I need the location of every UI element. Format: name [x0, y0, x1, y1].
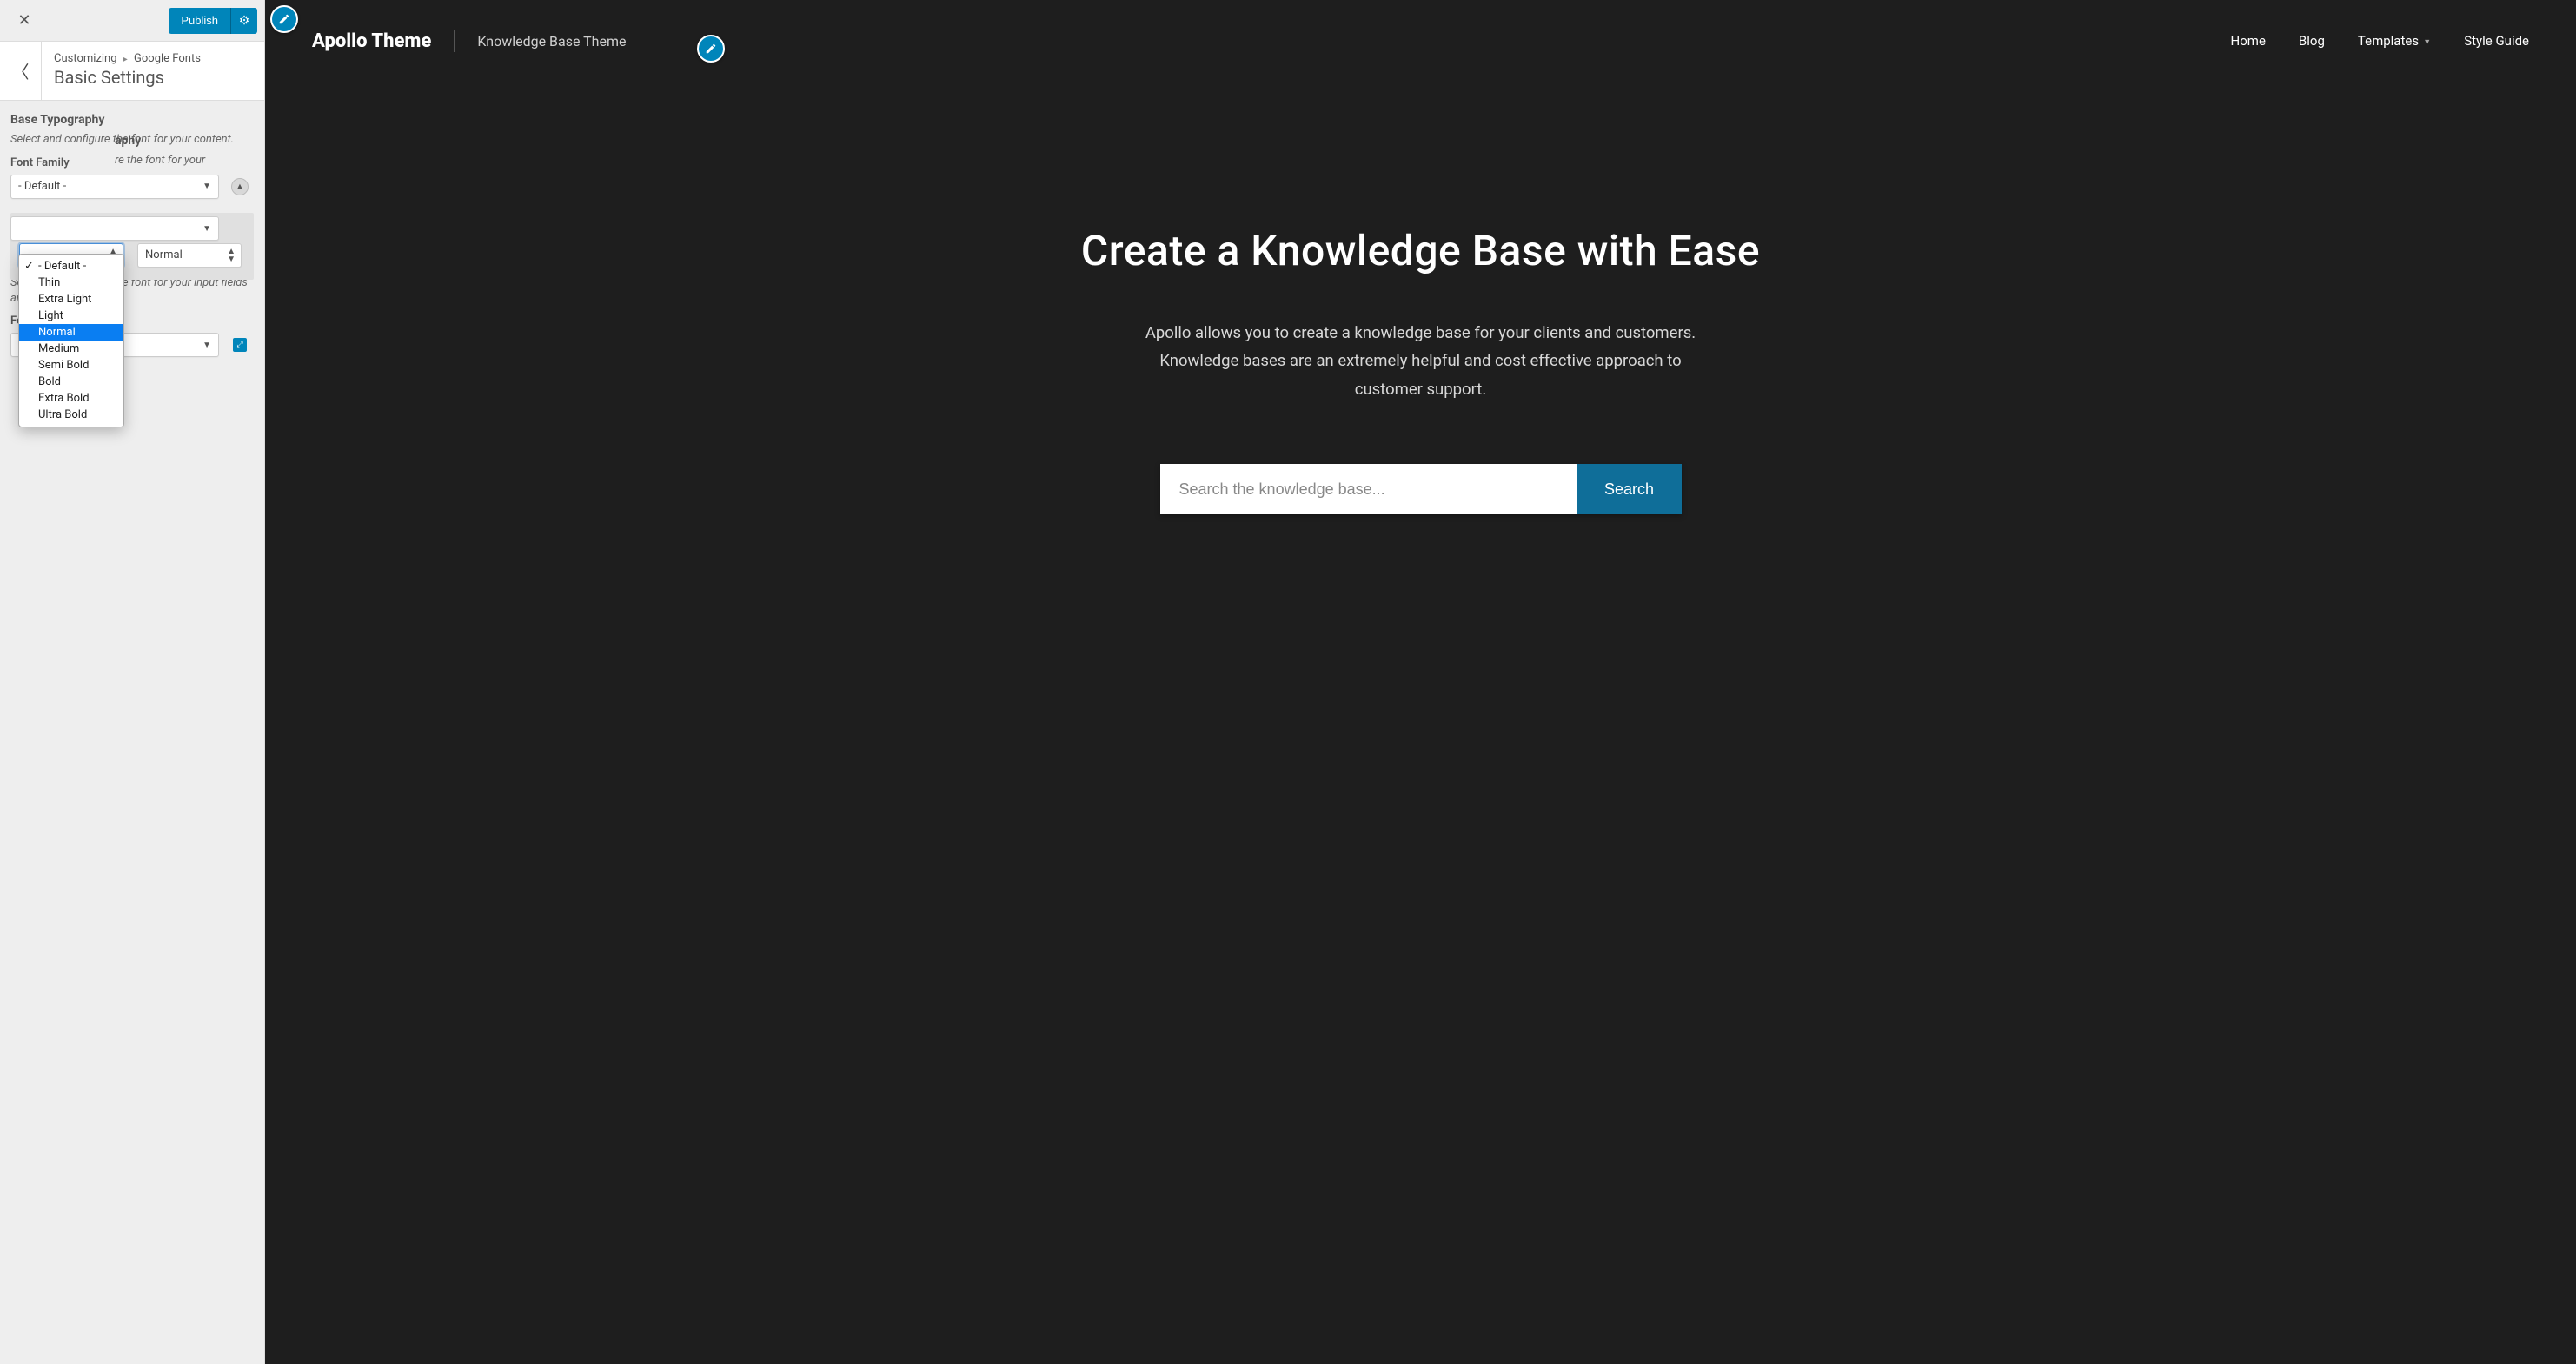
breadcrumb-separator-icon: ▸ — [123, 55, 128, 64]
publish-button[interactable]: Publish — [169, 8, 231, 34]
base-font-family-value: - Default - — [18, 180, 66, 193]
breadcrumb-leaf: Google Fonts — [134, 52, 201, 65]
font-weight-option[interactable]: Extra Bold — [19, 390, 123, 407]
section-title: Basic Settings — [54, 67, 201, 88]
hero-body: Apollo allows you to create a knowledge … — [1143, 319, 1699, 403]
expand-icon: ⤢ — [236, 341, 242, 349]
font-weight-option[interactable]: Semi Bold — [19, 357, 123, 374]
back-button[interactable]: 〈 — [0, 42, 42, 100]
updown-icon: ▲▼ — [227, 248, 236, 263]
section-header: 〈 Customizing ▸ Google Fonts Basic Setti… — [0, 42, 264, 101]
hero-title: Create a Knowledge Base with Ease — [317, 226, 2524, 275]
font-weight-option[interactable]: Ultra Bold — [19, 407, 123, 423]
breadcrumb-root: Customizing — [54, 52, 117, 65]
font-style-value: Normal — [145, 248, 183, 262]
brand-divider — [454, 30, 455, 52]
font-weight-option[interactable]: - Default - — [19, 258, 123, 275]
panel-body: Base Typography Select and configure the… — [0, 101, 264, 1364]
close-icon: ✕ — [17, 11, 30, 30]
pencil-icon — [278, 13, 290, 25]
headings-typography-desc-partial: re the font for your — [10, 153, 254, 169]
nav-link[interactable]: Home — [2231, 33, 2266, 49]
nav-link[interactable]: Blog — [2299, 33, 2325, 49]
publish-settings-button[interactable]: ⚙ — [231, 8, 257, 34]
font-weight-option[interactable]: Normal — [19, 324, 123, 341]
font-weight-dropdown: - Default -ThinExtra LightLightNormalMed… — [18, 254, 124, 427]
font-weight-option[interactable]: Light — [19, 308, 123, 324]
font-weight-option[interactable]: Medium — [19, 341, 123, 357]
site-brand[interactable]: Apollo Theme — [312, 30, 431, 52]
chevron-up-icon: ▲ — [236, 182, 244, 191]
font-style-select[interactable]: Normal ▲▼ — [137, 243, 242, 268]
chevron-down-icon: ▼ — [202, 182, 211, 191]
hero: Create a Knowledge Base with Ease Apollo… — [265, 226, 2576, 514]
chevron-down-icon: ▼ — [202, 341, 211, 350]
edit-shortcut-button[interactable] — [270, 5, 298, 33]
base-font-family-select[interactable]: - Default - ▼ — [10, 175, 219, 199]
section-header-text: Customizing ▸ Google Fonts Basic Setting… — [42, 42, 213, 100]
headings-typography-title-partial: aphy — [10, 134, 254, 148]
close-customizer-button[interactable]: ✕ — [7, 3, 42, 38]
base-typography-title: Base Typography — [10, 113, 254, 127]
chevron-left-icon: 〈 — [12, 58, 30, 83]
site-tagline: Knowledge Base Theme — [477, 33, 626, 50]
kb-search-button[interactable]: Search — [1577, 464, 1682, 514]
chevron-down-icon: ▼ — [202, 224, 211, 234]
expand-buttons-button[interactable]: ⤢ — [233, 338, 247, 352]
pencil-icon — [705, 43, 717, 55]
font-weight-option[interactable]: Extra Light — [19, 291, 123, 308]
kb-search-input[interactable] — [1160, 464, 1577, 514]
collapse-weights-button[interactable]: ▲ — [231, 178, 249, 195]
nav-link[interactable]: Style Guide — [2464, 33, 2529, 49]
edit-shortcut-button[interactable] — [697, 35, 725, 63]
main-nav: Home Blog Templates ▼ Style Guide — [2231, 33, 2529, 49]
font-weight-option[interactable]: Thin — [19, 275, 123, 291]
breadcrumb: Customizing ▸ Google Fonts — [54, 52, 201, 65]
nav-link[interactable]: Templates ▼ — [2358, 33, 2431, 49]
customizer-sidebar: ✕ Publish ⚙ 〈 Customizing ▸ Google Fonts… — [0, 0, 265, 1364]
preview-area: Apollo Theme Knowledge Base Theme Home Bl… — [265, 0, 2576, 1364]
customizer-topbar: ✕ Publish ⚙ — [0, 0, 264, 42]
kb-searchbar: Search — [1160, 464, 1682, 514]
headings-font-family-select[interactable]: ▼ — [10, 216, 219, 241]
site-topbar: Apollo Theme Knowledge Base Theme Home Bl… — [265, 0, 2576, 52]
gear-icon: ⚙ — [239, 13, 250, 28]
chevron-down-icon: ▼ — [2421, 38, 2431, 47]
font-weight-option[interactable]: Bold — [19, 374, 123, 390]
publish-button-group: Publish ⚙ — [169, 8, 257, 34]
